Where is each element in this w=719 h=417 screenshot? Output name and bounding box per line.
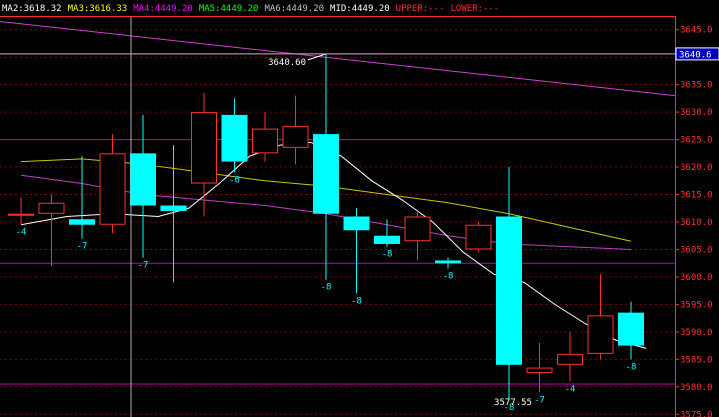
- legend-mid: MID:4449.20: [330, 4, 390, 14]
- candle-body-7: [221, 114, 248, 162]
- candle-label-0: -4: [16, 228, 27, 238]
- y-tick-label-10: 3595.0: [680, 300, 713, 310]
- legend-ma6: MA6:4449.20: [264, 4, 325, 14]
- candle-body-13: [404, 216, 431, 242]
- candle-label-10: -8: [321, 283, 332, 293]
- candle-label-7: -6: [229, 176, 240, 186]
- candle-label-12: -8: [382, 250, 393, 260]
- candle-body-15: [465, 224, 492, 250]
- y-tick-label-7: 3610.0: [680, 218, 713, 228]
- candle-label-4: -7: [138, 261, 149, 271]
- candle-label-2: -7: [77, 241, 88, 251]
- candle-body-10: [313, 134, 339, 214]
- y-tick-label-9: 3600.0: [680, 273, 713, 283]
- indicator-legend: MA2:3618.32 MA3:3616.33 MA4:4449.20 MA5:444…: [2, 2, 505, 16]
- low-annotation: 3577.55: [494, 398, 532, 408]
- legend-ma4: MA4:4449.20: [133, 4, 193, 14]
- y-tick-label-12: 3585.0: [680, 355, 713, 365]
- current-price-label: 3640.6: [679, 50, 712, 60]
- y-tick-label-8: 3605.0: [680, 245, 713, 255]
- legend-ma5: MA5:4449.20: [198, 4, 259, 14]
- candle-label-17: -7: [534, 395, 545, 405]
- y-tick-label-11: 3590.0: [680, 328, 713, 338]
- candle-body-17: [526, 367, 553, 374]
- candle-body-20: [618, 312, 644, 346]
- candle-body-14: [435, 260, 461, 264]
- y-tick-label-4: 3625.0: [680, 136, 713, 146]
- candles: [8, 53, 644, 401]
- candle-body-5: [160, 205, 187, 212]
- high-annotation: 3640.60: [268, 58, 306, 68]
- y-tick-label-13: 3580.0: [680, 383, 713, 393]
- legend-ma3: MA3:3616.33: [67, 4, 128, 14]
- candle-label-11: -8: [351, 296, 362, 306]
- candle-body-19: [587, 315, 614, 354]
- candle-label-14: -8: [443, 272, 454, 282]
- candle-body-0: [8, 213, 34, 216]
- y-tick-label-5: 3620.0: [680, 163, 713, 173]
- y-tick-label-0: 3645.0: [680, 26, 713, 36]
- candle-body-1: [38, 202, 65, 214]
- candlestick-chart: -4-7-7-6-8-8-8-8-8-7-4-8 3645.03640.0363…: [0, 16, 719, 417]
- candle-body-8: [252, 128, 278, 154]
- candle-body-2: [69, 219, 95, 225]
- candle-body-3: [99, 153, 126, 225]
- candle-label-18: -4: [565, 384, 576, 394]
- candle-body-9: [282, 125, 309, 148]
- candle-body-16: [496, 216, 522, 365]
- y-tick-label-3: 3630.0: [680, 108, 713, 118]
- candle-label-20: -8: [626, 362, 637, 372]
- candle-body-11: [343, 216, 370, 231]
- candle-body-6: [191, 112, 217, 184]
- candle-body-12: [374, 235, 400, 244]
- y-tick-label-2: 3635.0: [680, 81, 713, 91]
- candle-body-4: [130, 153, 156, 206]
- candle-body-18: [557, 353, 583, 365]
- legend-lower: LOWER:---: [450, 4, 500, 14]
- y-tick-label-14: 3575.0: [680, 410, 713, 417]
- y-tick-label-6: 3615.0: [680, 191, 713, 201]
- legend-ma2: MA2:3618.32: [2, 4, 62, 14]
- legend-upper: UPPER:---: [395, 4, 445, 14]
